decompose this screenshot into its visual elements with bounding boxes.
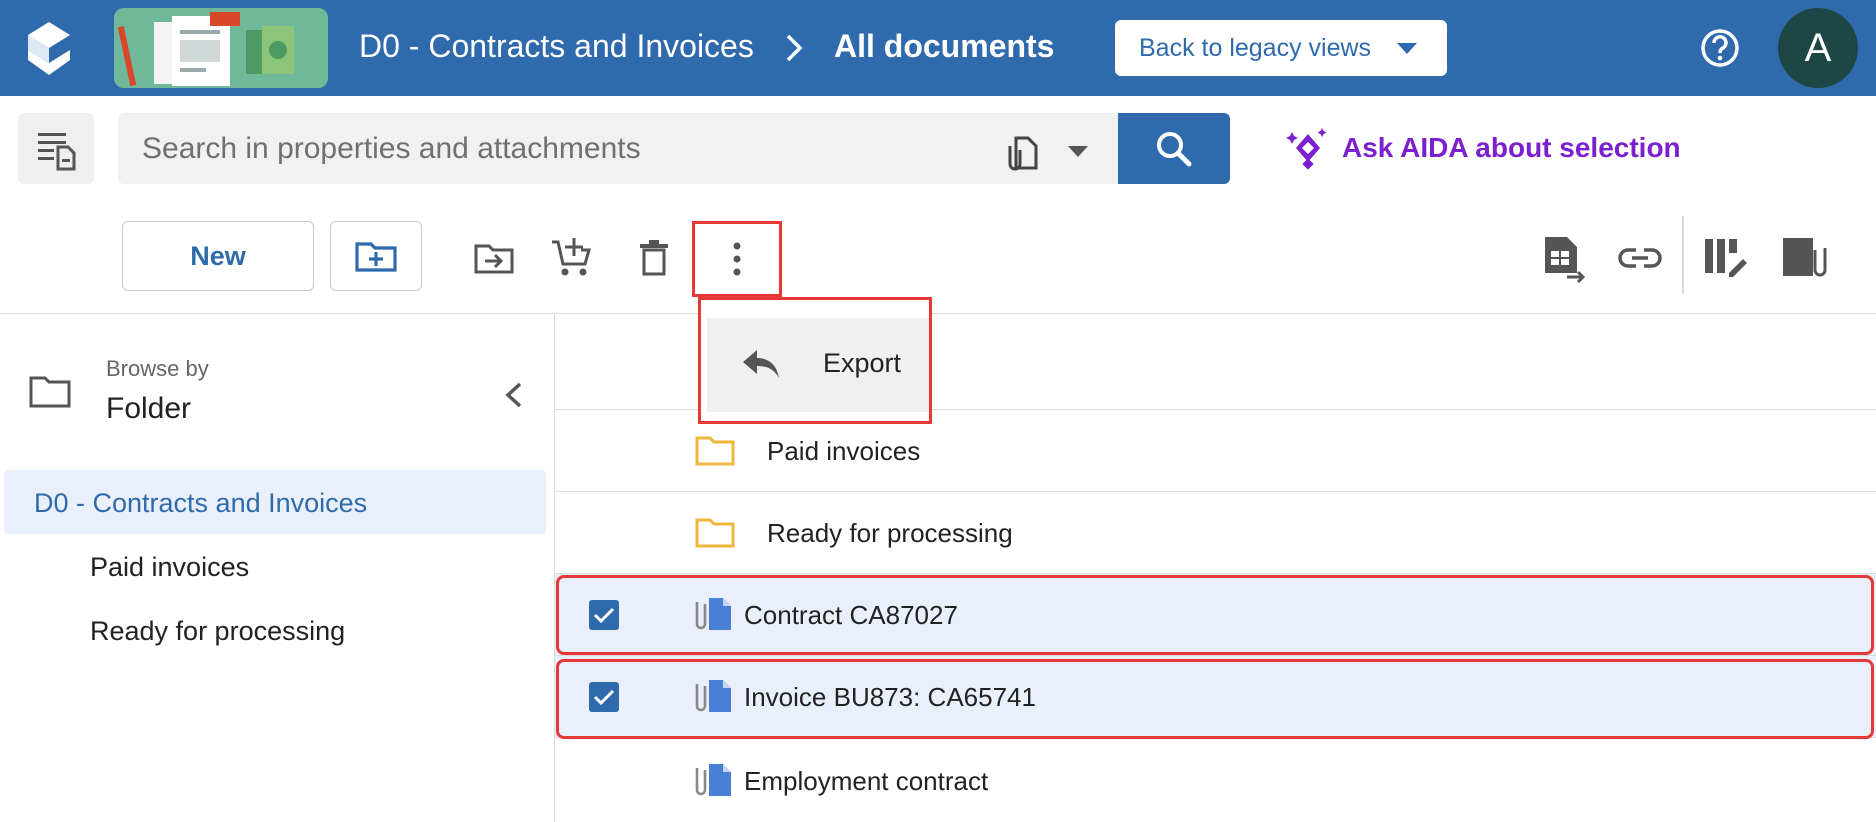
search-icon xyxy=(1157,131,1192,166)
list-item-document[interactable]: Invoice BU873: CA65741 xyxy=(555,656,1876,738)
folder-icon xyxy=(29,376,71,408)
list-item-label: Invoice BU873: CA65741 xyxy=(744,682,1036,712)
delete-button[interactable] xyxy=(632,236,676,280)
new-button[interactable]: New xyxy=(122,221,314,291)
chevron-left-icon[interactable] xyxy=(502,380,526,410)
breadcrumb-current: All documents xyxy=(834,28,1055,64)
toolbar-divider xyxy=(1682,216,1684,294)
caret-down-icon xyxy=(1397,43,1417,54)
trash-icon xyxy=(640,240,668,276)
folder-move-icon xyxy=(474,244,514,274)
folder-icon xyxy=(695,518,735,548)
cart-plus-icon xyxy=(552,238,591,276)
search-box xyxy=(118,113,1118,184)
app-banner-illustration xyxy=(114,8,328,88)
column-edit-icon xyxy=(1705,239,1747,277)
more-actions-button[interactable] xyxy=(692,221,782,297)
spreadsheet-export-icon xyxy=(1545,237,1586,283)
move-to-folder-button[interactable] xyxy=(472,236,516,280)
edit-columns-button[interactable] xyxy=(1700,234,1748,282)
attachment-filter-icon[interactable] xyxy=(1004,132,1040,172)
search-input[interactable] xyxy=(142,127,982,171)
browse-by-label: Browse by xyxy=(106,356,209,381)
row-checkbox[interactable] xyxy=(589,682,619,712)
link-icon xyxy=(1618,248,1662,268)
app-header: D0 - Contracts and Invoices All document… xyxy=(0,0,1876,96)
list-item-label: Employment contract xyxy=(744,766,989,796)
tree-item-ready-for-processing[interactable]: Ready for processing xyxy=(90,616,345,647)
document-attachment-icon xyxy=(695,680,731,712)
list-item-document[interactable]: Contract CA87027 xyxy=(555,574,1876,656)
menu-item-label: Export xyxy=(823,348,902,378)
list-item-label: Ready for processing xyxy=(767,518,1013,548)
document-list-icon xyxy=(38,132,76,170)
app-logo-icon[interactable] xyxy=(24,20,74,78)
document-attachment-icon xyxy=(695,764,731,796)
export-spreadsheet-button[interactable] xyxy=(1540,234,1588,284)
user-avatar[interactable]: A xyxy=(1778,8,1858,88)
row-checkbox[interactable] xyxy=(589,600,619,630)
aida-sparkle-icon xyxy=(1286,128,1327,170)
menu-item-export[interactable]: Export xyxy=(707,318,929,412)
attachments-panel-button[interactable] xyxy=(1780,234,1828,282)
folder-icon xyxy=(695,436,735,466)
list-item-label: Paid invoices xyxy=(767,436,921,466)
reply-arrow-icon xyxy=(743,350,779,378)
legacy-button-label: Back to legacy views xyxy=(1139,33,1372,62)
list-item-label: Contract CA87027 xyxy=(744,600,958,630)
list-item-document[interactable]: Employment contract xyxy=(555,740,1876,822)
list-item-folder[interactable]: Ready for processing xyxy=(555,492,1876,574)
toggle-side-panel-button[interactable] xyxy=(18,113,94,184)
copy-link-button[interactable] xyxy=(1618,236,1662,280)
caret-down-icon[interactable] xyxy=(1068,146,1088,157)
new-folder-button[interactable] xyxy=(330,221,422,291)
search-button[interactable] xyxy=(1118,113,1230,184)
check-icon xyxy=(593,607,615,624)
tree-item-paid-invoices[interactable]: Paid invoices xyxy=(90,552,249,583)
document-attachment-icon xyxy=(1783,238,1827,277)
check-icon xyxy=(593,689,615,706)
document-attachment-icon xyxy=(695,598,731,630)
more-actions-menu: Export xyxy=(698,297,932,424)
ask-aida-button[interactable]: Ask AIDA about selection xyxy=(1286,128,1681,170)
add-to-cart-button[interactable] xyxy=(550,236,594,280)
tree-item-root[interactable]: D0 - Contracts and Invoices xyxy=(4,470,546,534)
folder-plus-icon xyxy=(355,242,397,272)
more-vertical-icon xyxy=(733,242,741,276)
help-icon[interactable] xyxy=(1700,28,1740,68)
tree-item-label: D0 - Contracts and Invoices xyxy=(34,488,368,518)
back-to-legacy-views-button[interactable]: Back to legacy views xyxy=(1115,20,1447,76)
browse-by-value[interactable]: Folder xyxy=(106,392,191,426)
ask-aida-label: Ask AIDA about selection xyxy=(1342,132,1681,163)
chevron-right-icon xyxy=(786,34,803,62)
breadcrumb-root[interactable]: D0 - Contracts and Invoices xyxy=(359,28,754,65)
